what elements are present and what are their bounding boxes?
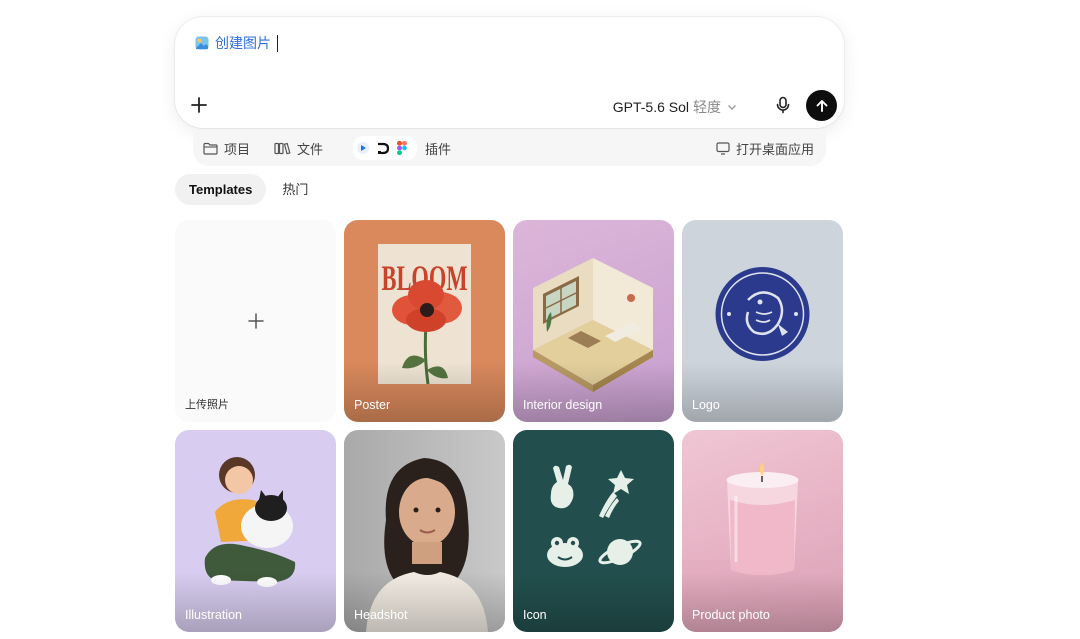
play-plugin-icon — [357, 142, 370, 154]
files-button[interactable]: 文件 — [274, 139, 323, 158]
card-shade — [682, 572, 843, 632]
text-caret — [277, 34, 278, 52]
card-shade — [344, 572, 505, 632]
send-button[interactable] — [806, 90, 837, 121]
logo-label: Logo — [692, 398, 720, 412]
template-tabs: Templates 热门 — [175, 174, 322, 205]
poster-label: Poster — [354, 398, 391, 412]
open-desktop-app-button[interactable]: 打开桌面应用 — [716, 139, 814, 158]
card-shade — [513, 572, 674, 632]
model-selector[interactable]: GPT-5.6 Sol 轻度 — [613, 97, 737, 117]
microphone-button[interactable] — [774, 96, 792, 114]
card-shade — [344, 362, 505, 422]
prompt-composer[interactable]: 创建图片 GPT-5.6 Sol 轻度 — [175, 17, 844, 128]
product-photo-label: Product photo — [692, 608, 770, 622]
product-photo-card[interactable]: Product photo — [682, 430, 843, 632]
icon-card[interactable]: Icon — [513, 430, 674, 632]
illustration-card[interactable]: Illustration — [175, 430, 336, 632]
icon-label: Icon — [523, 608, 547, 622]
plugins-button[interactable]: 插件 — [353, 136, 451, 160]
figma-plugin-icon — [397, 141, 408, 155]
plugins-label: 插件 — [425, 141, 452, 157]
prompt-label: 创建图片 — [215, 35, 271, 51]
prompt-chip[interactable]: 创建图片 — [195, 33, 278, 53]
upload-photo-card[interactable]: 上传照片 — [175, 220, 336, 422]
interior-design-card[interactable]: Interior design — [513, 220, 674, 422]
plugin-icons — [353, 136, 418, 160]
library-icon — [274, 142, 291, 154]
model-name: GPT-5.6 Sol — [612, 99, 689, 115]
folder-icon — [203, 142, 218, 155]
headshot-card[interactable]: Headshot — [344, 430, 505, 632]
projects-label: 项目 — [224, 141, 251, 157]
illustration-label: Illustration — [185, 608, 242, 622]
card-shade — [682, 362, 843, 422]
poster-card[interactable]: BLOOM Poster — [344, 220, 505, 422]
model-effort: 轻度 — [693, 99, 721, 115]
files-label: 文件 — [297, 141, 324, 157]
composer-toolbar: 项目 文件 插件 打开桌面应用 — [193, 130, 826, 166]
interior-label: Interior design — [523, 398, 603, 412]
upload-card-label: 上传照片 — [185, 399, 229, 411]
notion-plugin-icon — [378, 142, 390, 154]
template-grid: 上传照片 BLOOM Poster Interior design Logo I… — [175, 220, 845, 632]
headshot-label: Headshot — [354, 608, 408, 622]
projects-button[interactable]: 项目 — [203, 139, 250, 158]
plus-icon — [248, 313, 264, 329]
card-shade — [175, 572, 336, 632]
monitor-icon — [716, 141, 730, 155]
tab-templates[interactable]: Templates — [175, 174, 267, 205]
arrow-up-icon — [816, 99, 827, 112]
card-shade — [513, 362, 674, 422]
chevron-down-icon — [728, 105, 736, 110]
add-attachment-button[interactable] — [189, 95, 209, 115]
logo-card[interactable]: Logo — [682, 220, 843, 422]
desktop-label: 打开桌面应用 — [735, 141, 814, 157]
tab-popular[interactable]: 热门 — [268, 174, 322, 205]
image-icon — [195, 36, 209, 50]
